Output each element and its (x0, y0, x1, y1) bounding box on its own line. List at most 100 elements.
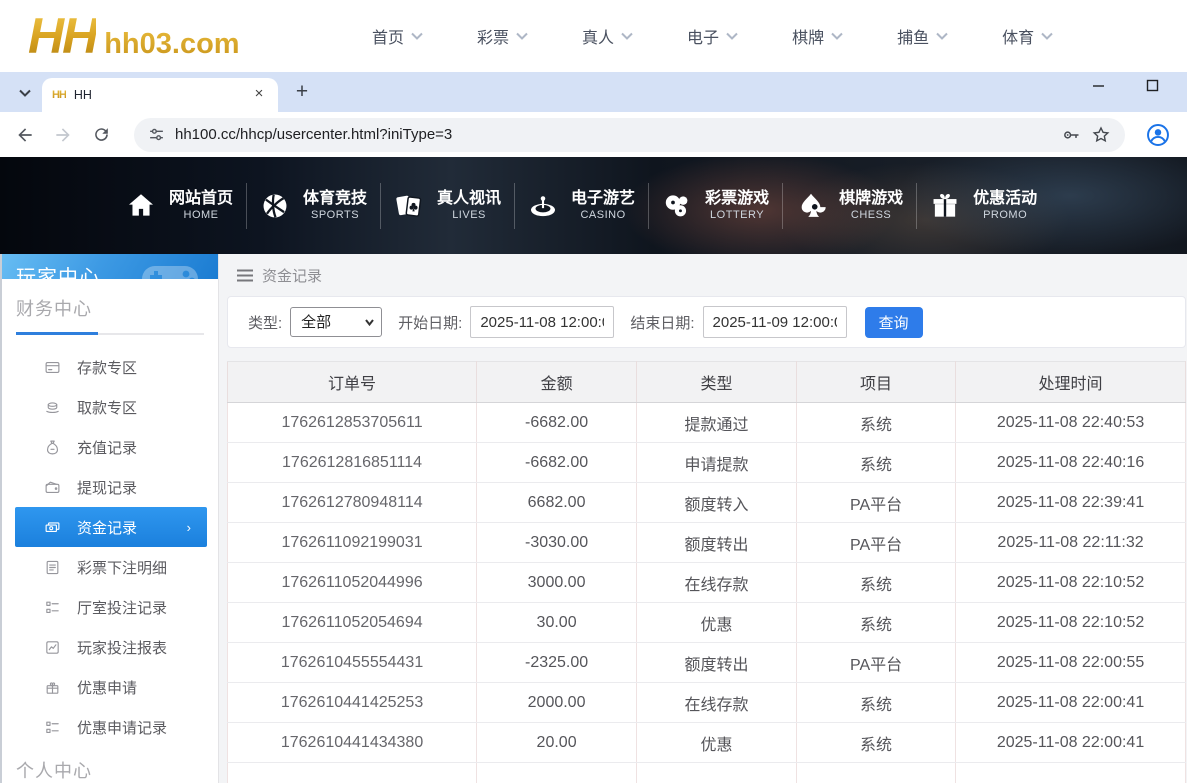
browser-profile-button[interactable] (1145, 122, 1171, 148)
breadcrumb-label: 资金记录 (262, 265, 322, 286)
sidebar-item-deposit[interactable]: 存款专区 (2, 347, 218, 387)
lottery-balls-icon (661, 190, 693, 222)
table-cell: 1762611092199031 (228, 523, 477, 563)
table-cell: 1762610455554431 (228, 643, 477, 683)
site-info-icon[interactable] (148, 126, 165, 143)
table-cell: -6682.00 (477, 403, 637, 443)
main-nav-chess[interactable]: 棋牌游戏CHESS (782, 176, 916, 236)
sidebar-item-label: 彩票下注明细 (77, 557, 167, 578)
url-text[interactable]: hh100.cc/hhcp/usercenter.html?iniType=3 (175, 126, 1051, 143)
table-cell: 2025-11-08 22:39:41 (956, 483, 1186, 523)
chevron-down-icon (936, 32, 948, 40)
table-row: 17626127809481146682.00额度转入PA平台2025-11-0… (228, 483, 1186, 523)
tab-title: HH (74, 88, 242, 102)
sidebar-item-funds-records[interactable]: 资金记录 › (15, 507, 207, 547)
browser-tab[interactable]: HH HH × (42, 78, 278, 112)
end-date-input[interactable] (703, 306, 847, 338)
game-category-nav: 网站首页HOME 体育竞技SPORTS 真人视讯LIVES 电子游艺CASINO… (0, 157, 1187, 254)
money-bag-icon (44, 439, 61, 456)
site-nav: 首页 彩票 真人 电子 棋牌 捕鱼 体育 (372, 24, 1053, 48)
nav-item-live[interactable]: 真人 (582, 24, 633, 48)
reload-button[interactable] (90, 124, 112, 146)
nav-item-slots[interactable]: 电子 (687, 24, 738, 48)
nav-item-chess[interactable]: 棋牌 (792, 24, 843, 48)
main-nav-casino[interactable]: 电子游艺CASINO (514, 176, 648, 236)
back-button[interactable] (14, 124, 36, 146)
table-cell: PA平台 (797, 523, 956, 563)
chevron-down-icon (411, 32, 423, 40)
table-cell (228, 763, 477, 783)
forward-button[interactable] (52, 124, 74, 146)
banknotes-icon (44, 519, 61, 536)
nav-item-lottery[interactable]: 彩票 (477, 24, 528, 48)
column-header-amount: 金额 (477, 362, 637, 403)
basketball-icon (259, 190, 291, 222)
site-logo[interactable]: HH hh03.com (28, 7, 358, 65)
table-cell: 系统 (797, 683, 956, 723)
bookmark-star-icon[interactable] (1091, 125, 1111, 145)
chevron-down-icon (19, 89, 31, 97)
sidebar-item-recharge-records[interactable]: 充值记录 (2, 427, 218, 467)
main-nav-zh: 彩票游戏 (705, 189, 769, 209)
sidebar-item-hall-bet-records[interactable]: 厅室投注记录 (2, 587, 218, 627)
table-row: 1762612853705611-6682.00提款通过系统2025-11-08… (228, 403, 1186, 443)
start-date-input[interactable] (470, 306, 614, 338)
deposit-card-icon (44, 359, 61, 376)
sidebar-item-lottery-bet-details[interactable]: 彩票下注明细 (2, 547, 218, 587)
funds-table-body: 1762612853705611-6682.00提款通过系统2025-11-08… (228, 403, 1186, 783)
main-nav-en: CHESS (851, 209, 891, 223)
column-header-project: 项目 (797, 362, 956, 403)
table-cell: 申请提款 (637, 443, 797, 483)
main-nav-zh: 棋牌游戏 (839, 189, 903, 209)
hamburger-icon (237, 269, 253, 282)
nav-item-fishing[interactable]: 捕鱼 (897, 24, 948, 48)
main-nav-en: CASINO (580, 209, 625, 223)
sidebar-item-label: 厅室投注记录 (77, 597, 167, 618)
home-icon (125, 190, 157, 222)
type-select[interactable]: 全部 (290, 307, 382, 337)
table-cell: 1762612816851114 (228, 443, 477, 483)
sidebar-section-finance: 财务中心 (2, 279, 218, 335)
sidebar-item-promo-apply-records[interactable]: 优惠申请记录 (2, 707, 218, 747)
column-header-order-no: 订单号 (228, 362, 477, 403)
nav-item-home[interactable]: 首页 (372, 24, 423, 48)
type-filter-label: 类型: (248, 312, 282, 333)
main-nav-promo[interactable]: 优惠活动PROMO (916, 176, 1050, 236)
site-top-bar: HH hh03.com 首页 彩票 真人 电子 棋牌 捕鱼 体育 (0, 0, 1187, 72)
tab-close-icon[interactable]: × (250, 86, 268, 104)
table-cell: PA平台 (797, 483, 956, 523)
table-cell: 提款通过 (637, 403, 797, 443)
sidebar-item-withdraw[interactable]: 取款专区 (2, 387, 218, 427)
table-cell: 额度转出 (637, 523, 797, 563)
forward-icon (53, 125, 73, 145)
main-nav-lottery[interactable]: 彩票游戏LOTTERY (648, 176, 782, 236)
tab-search-button[interactable] (12, 80, 38, 106)
end-date-label: 结束日期: (630, 312, 694, 333)
sidebar-item-withdrawal-records[interactable]: 提现记录 (2, 467, 218, 507)
table-cell: -2325.00 (477, 643, 637, 683)
search-button[interactable]: 查询 (865, 307, 923, 338)
password-key-icon[interactable] (1061, 125, 1081, 145)
profile-avatar-icon (1145, 122, 1171, 148)
main-nav-home[interactable]: 网站首页HOME (112, 176, 246, 236)
nav-label: 彩票 (477, 24, 509, 48)
main-nav-sports[interactable]: 体育竞技SPORTS (246, 176, 380, 236)
url-bar[interactable]: hh100.cc/hhcp/usercenter.html?iniType=3 (134, 118, 1125, 152)
table-row: 1762612816851114-6682.00申请提款系统2025-11-08… (228, 443, 1186, 483)
nav-item-sports[interactable]: 体育 (1002, 24, 1053, 48)
nav-label: 真人 (582, 24, 614, 48)
table-cell: 2025-11-08 22:10:52 (956, 563, 1186, 603)
new-tab-button[interactable]: + (290, 80, 314, 104)
table-cell: 2025-11-08 22:10:52 (956, 603, 1186, 643)
window-maximize-button[interactable] (1145, 78, 1159, 92)
table-row: 17626104414252532000.00在线存款系统2025-11-08 … (228, 683, 1186, 723)
finance-section-title: 财务中心 (16, 295, 218, 321)
sidebar-item-promo-apply[interactable]: 优惠申请 (2, 667, 218, 707)
table-cell: 系统 (797, 403, 956, 443)
main-nav-zh: 体育竞技 (303, 189, 367, 209)
table-row: 17626110520449963000.00在线存款系统2025-11-08 … (228, 563, 1186, 603)
main-nav-lives[interactable]: 真人视讯LIVES (380, 176, 514, 236)
sidebar-item-label: 资金记录 (77, 517, 137, 538)
sidebar-item-player-bet-report[interactable]: 玩家投注报表 (2, 627, 218, 667)
window-minimize-button[interactable] (1091, 78, 1105, 92)
